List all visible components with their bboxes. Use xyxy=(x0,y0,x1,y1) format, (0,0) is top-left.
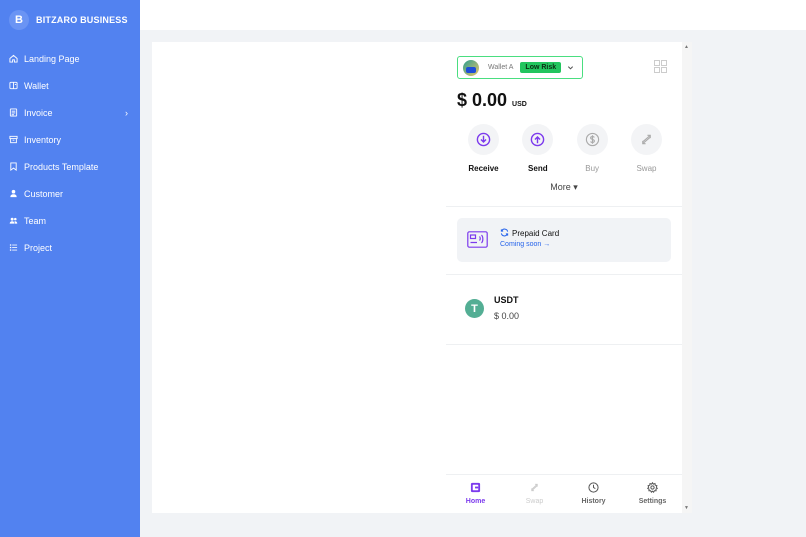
sidebar-item-inventory[interactable]: Inventory xyxy=(0,126,140,153)
bookmark-icon xyxy=(10,162,17,171)
coming-soon-link[interactable]: Coming soon → xyxy=(500,241,550,248)
tab-label: Home xyxy=(465,498,486,505)
clock-icon xyxy=(588,482,599,493)
sidebar-item-label: Project xyxy=(24,242,53,253)
sidebar: B BITZARO BUSINESS Landing Page Wallet I… xyxy=(0,0,140,537)
brand-logo: B xyxy=(9,10,29,30)
invoice-icon xyxy=(9,108,18,117)
scroll-down-icon[interactable]: ▼ xyxy=(684,505,689,511)
sidebar-item-label: Wallet xyxy=(24,80,49,91)
buy-label: Buy xyxy=(585,164,600,173)
top-bar xyxy=(140,0,806,30)
scrollbar[interactable]: ▲ ▼ xyxy=(682,42,692,513)
buy-icon xyxy=(585,132,599,147)
sidebar-item-label: Landing Page xyxy=(24,53,80,64)
swap-label: Swap xyxy=(636,164,657,173)
card-icon xyxy=(467,231,488,248)
tab-label: History xyxy=(581,498,606,505)
brand-name: BITZARO BUSINESS xyxy=(36,15,128,25)
home-icon xyxy=(9,54,18,63)
sidebar-item-team[interactable]: Team xyxy=(0,207,140,234)
list-icon xyxy=(9,244,18,251)
team-icon xyxy=(9,217,18,224)
swap-icon xyxy=(642,134,651,145)
prepaid-card-title: Prepaid Card xyxy=(512,229,560,238)
balance-currency: USD xyxy=(512,101,527,108)
wallet-balance: $ 0.00 USD xyxy=(457,90,527,111)
chevron-right-icon: › xyxy=(125,107,128,118)
sidebar-item-label: Invoice xyxy=(24,107,53,118)
more-dropdown[interactable]: More ▾ xyxy=(446,182,682,193)
receive-label: Receive xyxy=(468,164,499,173)
sidebar-item-label: Customer xyxy=(24,188,64,199)
tab-swap[interactable]: Swap xyxy=(507,475,563,513)
tab-label: Swap xyxy=(525,498,544,505)
sidebar-item-label: Inventory xyxy=(24,134,62,145)
wallet-panel: Wallet A Low Risk $ 0.00 USD Receive Sen… xyxy=(446,42,682,513)
risk-badge: Low Risk xyxy=(520,62,562,73)
chevron-down-icon xyxy=(568,66,574,70)
wallet-actions: Receive Send Buy Swap xyxy=(457,124,673,173)
brand[interactable]: B BITZARO BUSINESS xyxy=(0,0,140,40)
receive-button[interactable]: Receive xyxy=(457,124,510,173)
tab-label: Settings xyxy=(638,498,667,505)
wallet-avatar xyxy=(463,59,479,76)
qr-code-icon[interactable] xyxy=(654,60,667,73)
swap-icon xyxy=(531,483,538,492)
swap-circle xyxy=(630,124,662,155)
swap-button[interactable]: Swap xyxy=(620,124,673,173)
wallet-name: Wallet A xyxy=(488,64,514,71)
balance-amount: $ 0.00 xyxy=(457,90,508,110)
token-symbol: USDT xyxy=(494,295,519,305)
user-icon xyxy=(10,189,17,198)
archive-icon xyxy=(9,135,18,144)
divider xyxy=(446,274,682,275)
divider xyxy=(446,344,682,345)
sidebar-item-label: Products Template xyxy=(24,161,99,172)
refresh-icon xyxy=(500,228,509,237)
prepaid-card-banner[interactable]: Prepaid Card Coming soon → xyxy=(457,218,671,262)
receive-icon xyxy=(476,132,491,147)
bottom-nav: Home Swap History Settings xyxy=(446,474,682,513)
sidebar-item-landing-page[interactable]: Landing Page xyxy=(0,45,140,72)
tab-settings[interactable]: Settings xyxy=(625,475,681,513)
send-icon xyxy=(531,132,545,147)
wallet-icon xyxy=(9,81,18,90)
sidebar-item-label: Team xyxy=(24,215,47,226)
send-circle xyxy=(522,124,554,155)
buy-button[interactable]: Buy xyxy=(566,124,619,173)
sidebar-item-customer[interactable]: Customer xyxy=(0,180,140,207)
sidebar-item-invoice[interactable]: Invoice › xyxy=(0,99,140,126)
buy-circle xyxy=(576,124,608,155)
scroll-up-icon[interactable]: ▲ xyxy=(684,44,689,50)
tab-history[interactable]: History xyxy=(566,475,622,513)
tab-home[interactable]: Home xyxy=(448,475,504,513)
sidebar-item-project[interactable]: Project xyxy=(0,234,140,261)
tether-icon: T xyxy=(465,299,484,318)
gear-icon xyxy=(647,482,658,493)
home-wallet-icon xyxy=(470,482,481,493)
send-label: Send xyxy=(528,164,548,173)
sidebar-item-products-template[interactable]: Products Template xyxy=(0,153,140,180)
receive-circle xyxy=(468,124,499,155)
wallet-selector[interactable]: Wallet A Low Risk xyxy=(457,56,583,79)
token-value: $ 0.00 xyxy=(494,311,520,321)
divider xyxy=(446,206,682,207)
token-row-usdt[interactable]: T USDT $ 0.00 xyxy=(457,294,671,334)
sidebar-nav: Landing Page Wallet Invoice › Inventory … xyxy=(0,45,140,261)
send-button[interactable]: Send xyxy=(511,124,564,173)
sidebar-item-wallet[interactable]: Wallet xyxy=(0,72,140,99)
